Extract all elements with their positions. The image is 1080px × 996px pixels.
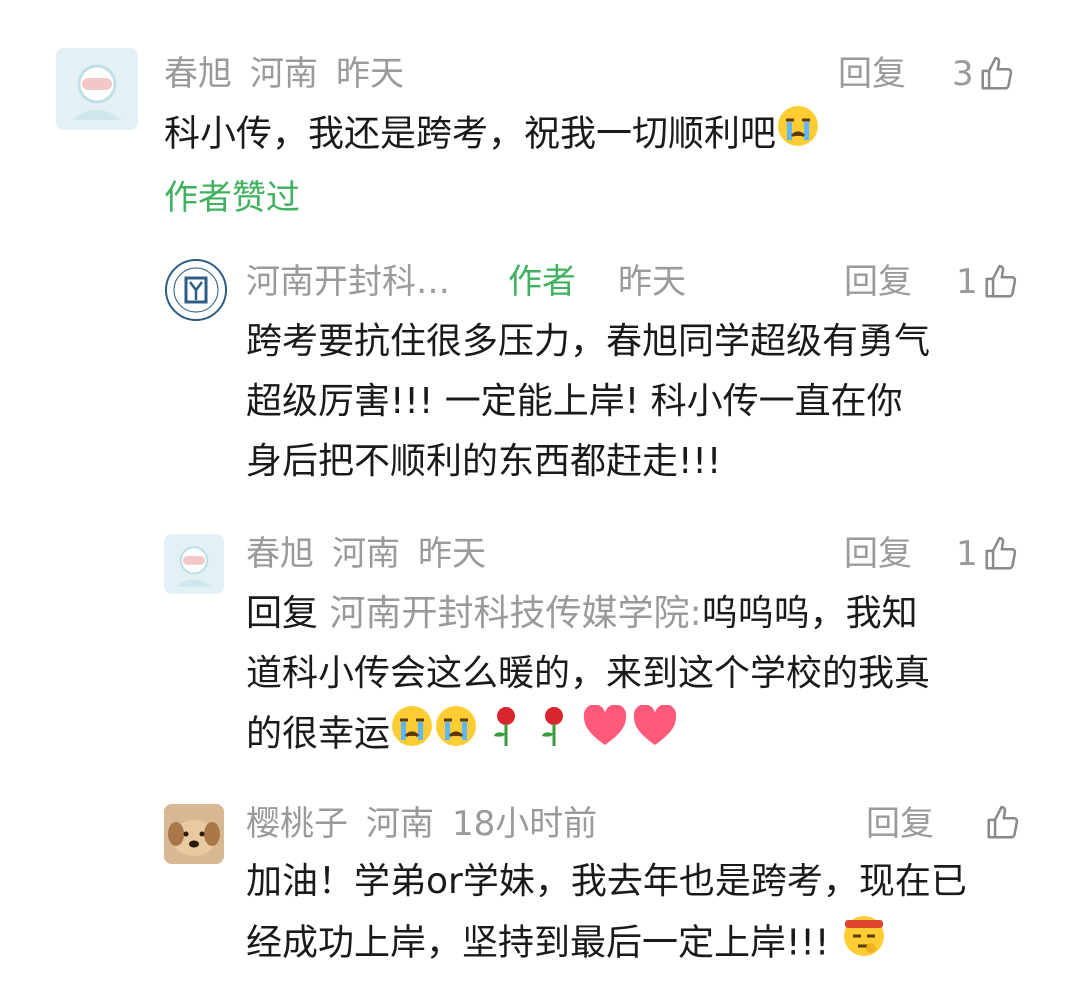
- rose-icon: [486, 704, 526, 767]
- dog-photo-icon: [164, 804, 224, 864]
- crying-emoji-icon: [776, 104, 820, 167]
- timestamp: 18小时前: [452, 804, 598, 844]
- comment-text-line: 身后把不顺利的东西都赶走!!!: [246, 441, 722, 482]
- school-logo-icon: [165, 259, 227, 321]
- timestamp: 昨天: [336, 54, 404, 94]
- reply-button[interactable]: 回复: [866, 804, 934, 844]
- timestamp: 昨天: [418, 534, 486, 574]
- username[interactable]: 河南开封科…: [246, 262, 450, 302]
- region: 河南: [366, 804, 434, 844]
- reply-target[interactable]: 河南开封科技传媒学院:: [329, 593, 701, 634]
- region: 河南: [332, 534, 400, 574]
- region: 河南: [250, 54, 318, 94]
- rose-icon: [534, 704, 574, 767]
- like-count: 3: [952, 54, 974, 94]
- comment-text-line: 加油！学弟or学妹，我去年也是跨考，现在已: [246, 861, 967, 902]
- avatar[interactable]: [164, 804, 224, 864]
- username[interactable]: 春旭: [246, 534, 314, 574]
- comment-text-line: 经成功上岸，坚持到最后一定上岸!!!: [246, 922, 830, 964]
- username[interactable]: 樱桃子: [246, 804, 348, 844]
- thumbs-up-icon: [987, 805, 1019, 839]
- timestamp: 昨天: [618, 262, 686, 302]
- reply-prefix: 回复: [246, 593, 319, 634]
- thumbs-up-icon: [985, 536, 1016, 570]
- comment-text-line: 跨考要抗住很多压力，春旭同学超级有勇气: [246, 321, 931, 362]
- reply-button[interactable]: 回复: [844, 534, 912, 574]
- comment-text-line: 超级厉害!!! 一定能上岸! 科小传一直在你: [246, 381, 903, 422]
- heart-icon: [582, 704, 628, 766]
- comment-text-line: 道科小传会这么暖的，来到这个学校的我真: [246, 653, 931, 694]
- reply-button[interactable]: 回复: [844, 262, 912, 302]
- author-liked-label: 作者赞过: [164, 178, 300, 218]
- thumbs-up-icon: [985, 264, 1016, 298]
- username[interactable]: 春旭: [164, 54, 232, 94]
- avatar[interactable]: [164, 534, 224, 594]
- determined-emoji-icon: [841, 912, 887, 977]
- heart-icon: [632, 704, 678, 766]
- avatar-image-icon: [164, 534, 224, 594]
- like-button[interactable]: [980, 804, 1022, 842]
- comment-text: 呜呜呜，我知: [701, 593, 918, 634]
- like-button[interactable]: 1: [956, 262, 1020, 302]
- author-tag: 作者: [508, 262, 576, 302]
- like-button[interactable]: 3: [952, 54, 1016, 94]
- avatar-image-icon: [56, 48, 138, 130]
- crying-emoji-icon: [434, 704, 478, 767]
- reply-button[interactable]: 回复: [838, 54, 906, 94]
- avatar[interactable]: [56, 48, 138, 130]
- like-button[interactable]: 1: [956, 534, 1020, 574]
- like-count: 1: [956, 534, 978, 574]
- crying-emoji-icon: [390, 704, 434, 767]
- like-count: 1: [956, 262, 978, 302]
- avatar[interactable]: [164, 258, 228, 322]
- comment-text-line: 的很幸运: [246, 713, 391, 755]
- comment-text: 科小传，我还是跨考，祝我一切顺利吧: [164, 113, 777, 155]
- thumbs-up-icon: [981, 56, 1012, 90]
